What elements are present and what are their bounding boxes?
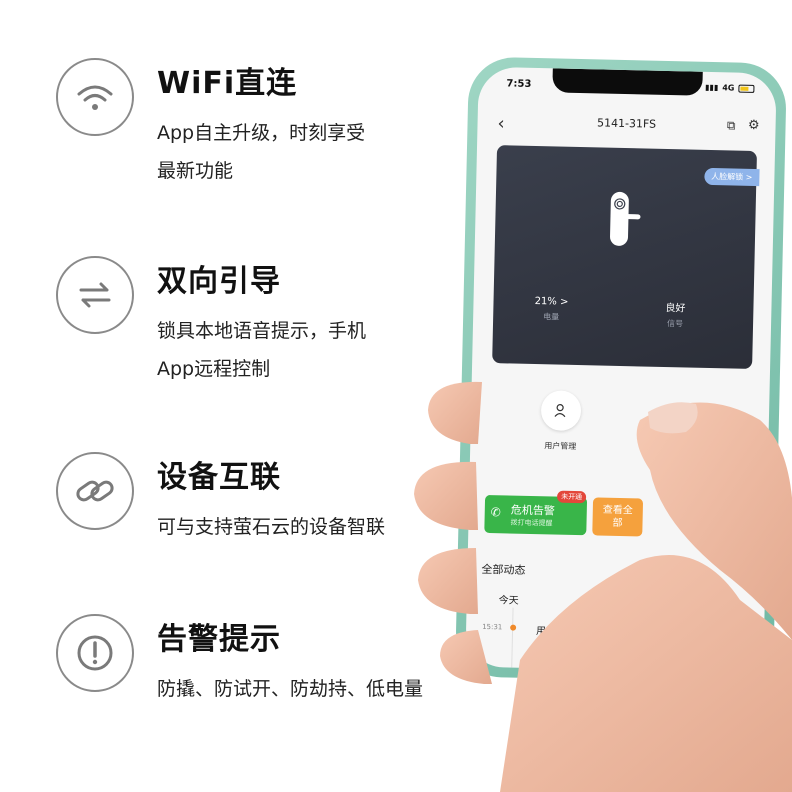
alarm-title: 危机告警 <box>510 503 555 518</box>
not-activated-badge: 未开通 <box>556 490 587 504</box>
timeline-line <box>511 607 514 668</box>
phone-mockup: 7:53 ▮▮▮ 4G ‹ 5141-31FS ⧉ ⚙ 人脸解锁 > 21% >… <box>455 56 787 684</box>
network-label: 4G <box>722 83 735 93</box>
feature-title: 设备互联 <box>157 460 281 495</box>
phone-call-icon: ✆ <box>490 505 501 520</box>
signal-value: 良好 <box>665 302 686 315</box>
smart-lock-icon <box>610 191 641 246</box>
alarm-button[interactable]: ✆ 危机告警 拨打电话提醒 未开通 <box>484 490 588 536</box>
home-indicator <box>566 656 663 664</box>
link-icon <box>56 452 134 530</box>
feature-title: 告警提示 <box>157 622 281 657</box>
alarm-subtitle: 拨打电话提醒 <box>510 518 553 528</box>
gear-icon[interactable]: ⚙ <box>748 118 760 133</box>
event-text: 用户 3 开门 <box>535 626 589 639</box>
user-icon <box>554 404 566 418</box>
user-management-label: 用户管理 <box>544 441 577 452</box>
view-all-button[interactable]: 查看全部 <box>592 497 644 537</box>
lock-status-card: 人脸解锁 > 21% > 电量 良好 信号 <box>492 145 760 369</box>
battery-stat[interactable]: 21% > 电量 <box>511 296 592 324</box>
user-management-button[interactable] <box>540 390 582 432</box>
edit-icon[interactable]: ⧉ <box>727 118 736 133</box>
status-time: 7:53 <box>506 78 532 90</box>
feature-desc: 可与支持萤石云的设备智联 <box>157 516 386 538</box>
events-title[interactable]: 全部动态 <box>481 561 525 578</box>
phone-notch <box>552 68 703 96</box>
alert-icon <box>56 614 134 692</box>
phone-screen: 7:53 ▮▮▮ 4G ‹ 5141-31FS ⧉ ⚙ 人脸解锁 > 21% >… <box>465 66 777 674</box>
signal-stat: 良好 信号 <box>635 298 716 330</box>
battery-icon <box>738 84 755 93</box>
feature-desc: 锁具本地语音提示，手机 App远程控制 <box>157 320 367 380</box>
swap-arrows-icon <box>56 256 134 334</box>
signal-label: 信号 <box>666 319 684 329</box>
event-time: 15:31 <box>482 622 503 632</box>
status-indicators: ▮▮▮ 4G <box>705 83 755 93</box>
feature-desc: 防撬、防试开、防劫持、低电量 <box>157 678 424 700</box>
feature-title: 双向引导 <box>157 264 281 299</box>
face-unlock-badge[interactable]: 人脸解锁 > <box>703 167 760 187</box>
chevron-right-icon[interactable]: › <box>752 565 757 579</box>
wifi-icon <box>56 58 134 136</box>
feature-title: WiFi直连 <box>157 66 298 101</box>
battery-value: 21% > <box>534 296 569 308</box>
signal-icon: ▮▮▮ <box>704 82 719 93</box>
events-date-header: 今天 <box>498 595 519 607</box>
timeline-dot <box>510 624 517 631</box>
battery-label: 电量 <box>543 312 560 322</box>
feature-desc: App自主升级，时刻享受 最新功能 <box>157 122 366 182</box>
